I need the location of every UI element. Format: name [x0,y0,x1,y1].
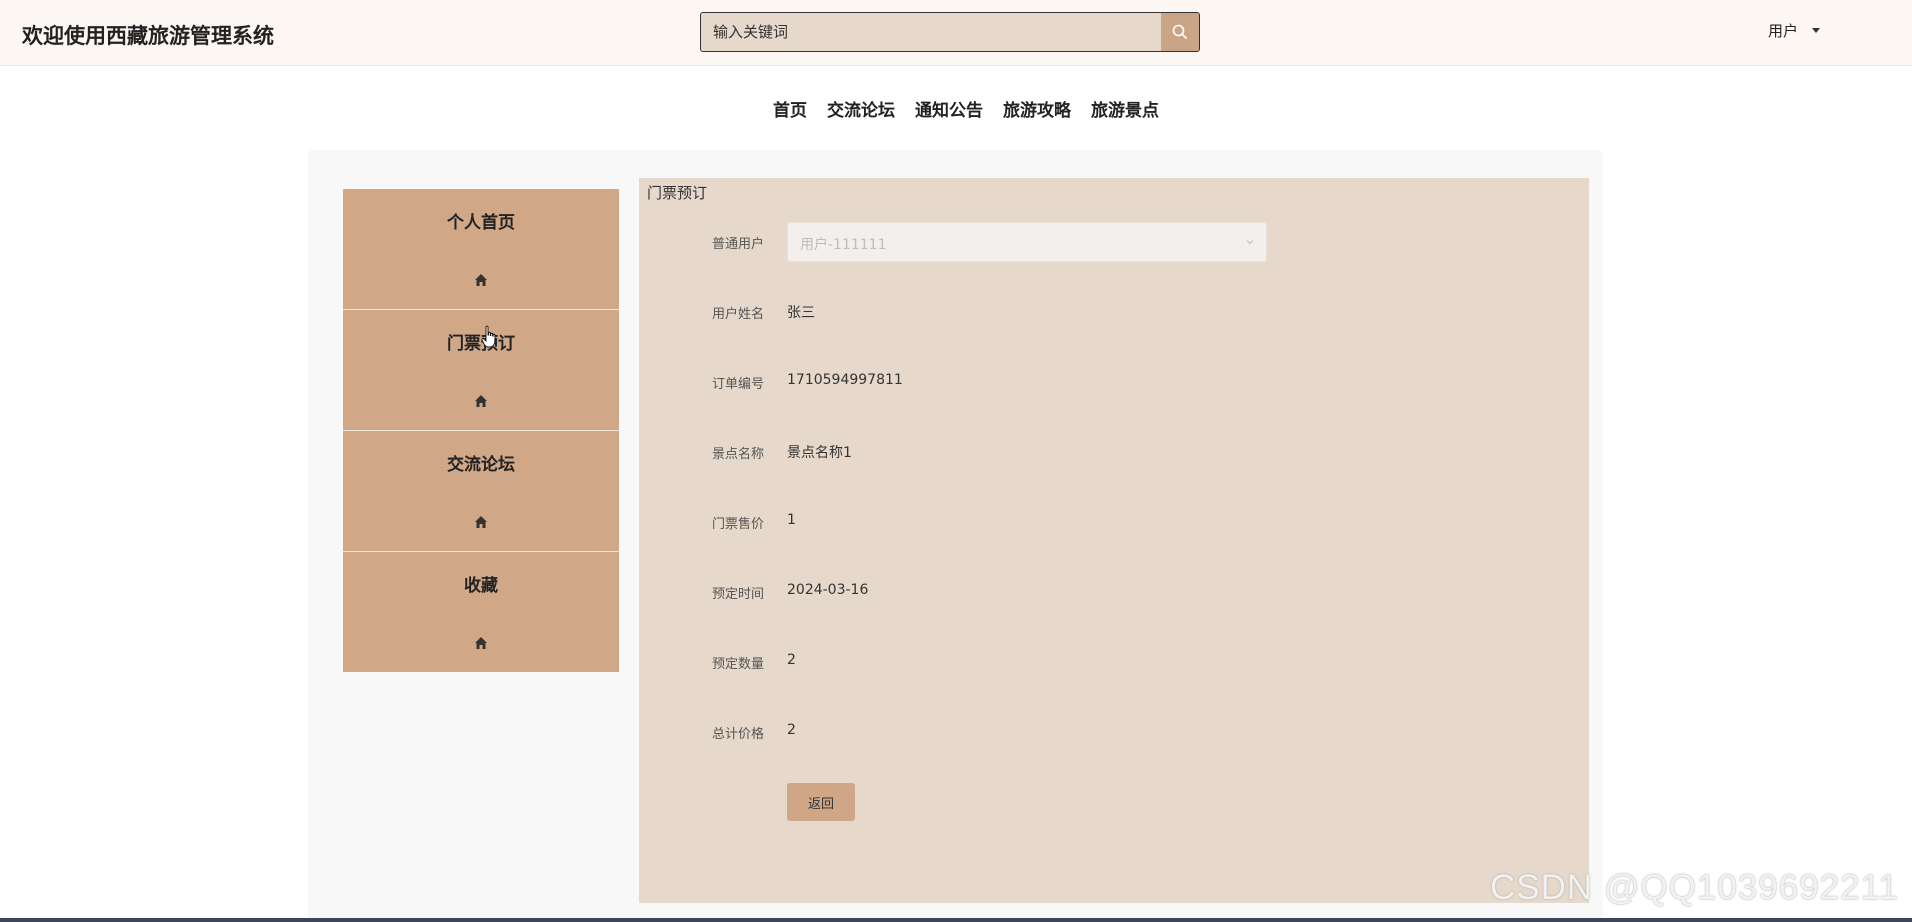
user-menu[interactable]: 用户 [1768,20,1821,41]
user-select-value: 用户-111111 [800,237,887,253]
main-nav: 首页 交流论坛 通知公告 旅游攻略 旅游景点 [0,96,1912,121]
row-user-type: 普通用户 用户-111111 [639,222,1589,262]
sidebar-item-label: 个人首页 [447,213,515,233]
field-value: 1710594997811 [787,372,903,388]
watermark: CSDN @QQ1039692211 [1490,868,1899,907]
back-button[interactable]: 返回 [787,783,855,821]
top-header: 欢迎使用西藏旅游管理系统 用户 [0,0,1912,66]
user-select[interactable]: 用户-111111 [787,222,1267,262]
form-title: 门票预订 [647,184,708,202]
field-label: 景点名称 [711,447,764,462]
chevron-down-icon [1246,240,1254,245]
taskbar-edge [0,918,1912,922]
row-user-name: 用户姓名 张三 [639,292,1589,332]
sidebar: 个人首页 门票预订 交流论坛 收藏 [343,189,619,672]
field-label: 预定时间 [711,587,764,602]
field-value: 景点名称1 [787,445,852,461]
nav-item-guide[interactable]: 旅游攻略 [1003,96,1071,121]
field-label: 普通用户 [711,237,764,252]
search-input[interactable] [701,13,1163,51]
row-spot-name: 景点名称 景点名称1 [639,432,1589,472]
home-icon [475,637,487,649]
home-icon [475,274,487,286]
field-value: 张三 [787,305,815,321]
sidebar-item-favorites[interactable]: 收藏 [343,552,619,672]
field-value: 2 [787,722,796,738]
nav-item-forum[interactable]: 交流论坛 [827,96,895,121]
row-book-time: 预定时间 2024-03-16 [639,572,1589,612]
search-button[interactable] [1161,13,1199,51]
field-label: 预定数量 [711,657,764,672]
ticket-detail-form: 门票预订 普通用户 用户-111111 用户姓名 张三 订单编号 1710594… [639,178,1589,903]
search-bar [700,12,1200,52]
field-label: 订单编号 [711,377,764,392]
home-icon [475,516,487,528]
sidebar-item-forum[interactable]: 交流论坛 [343,431,619,552]
field-value: 2024-03-16 [787,582,869,598]
row-book-count: 预定数量 2 [639,642,1589,682]
caret-down-icon [1812,28,1821,33]
row-order-no: 订单编号 1710594997811 [639,362,1589,402]
sidebar-item-profile[interactable]: 个人首页 [343,189,619,310]
row-ticket-price: 门票售价 1 [639,502,1589,542]
user-menu-label: 用户 [1768,22,1799,40]
field-label: 用户姓名 [711,307,764,322]
field-label: 总计价格 [711,727,764,742]
nav-item-home[interactable]: 首页 [773,96,807,121]
site-title: 欢迎使用西藏旅游管理系统 [22,24,274,48]
row-total-price: 总计价格 2 [639,712,1589,752]
sidebar-item-label: 收藏 [464,576,498,596]
nav-item-notice[interactable]: 通知公告 [915,96,983,121]
field-value: 2 [787,652,796,668]
hand-cursor-icon [481,325,496,348]
sidebar-item-label: 交流论坛 [447,455,515,475]
search-icon [1172,24,1188,40]
field-label: 门票售价 [711,517,764,532]
nav-item-spots[interactable]: 旅游景点 [1091,96,1159,121]
field-value: 1 [787,512,796,528]
home-icon [475,395,487,407]
